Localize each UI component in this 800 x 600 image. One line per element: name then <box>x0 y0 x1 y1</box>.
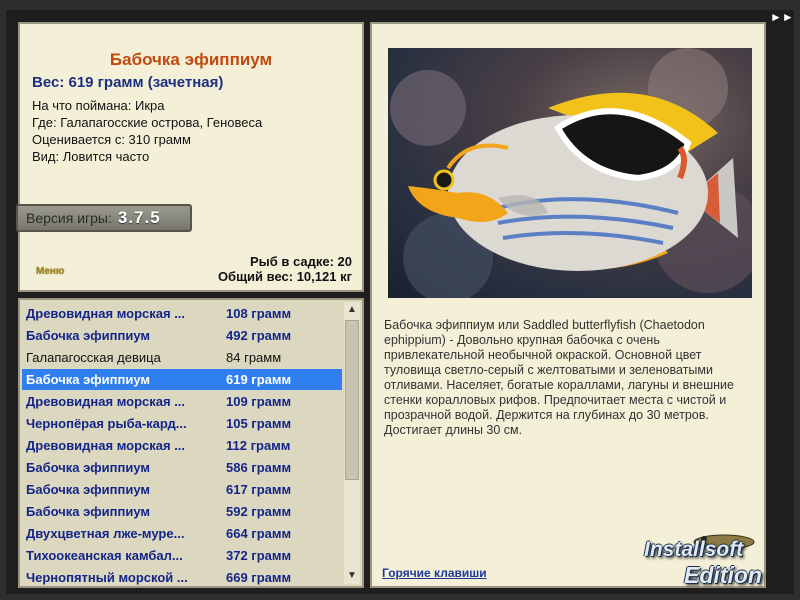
fish-in-cage: Рыб в садке: 20 <box>249 254 352 269</box>
list-item-name: Бабочка эфиппиум <box>26 504 151 519</box>
list-item[interactable]: Двухцветная лже-муре... 664 грамм <box>22 523 342 544</box>
list-item[interactable]: Бабочка эфиппиум 619 грамм <box>22 369 342 390</box>
scroll-down-icon[interactable]: ▼ <box>344 568 360 584</box>
list-item-weight: 617 грамм <box>226 482 292 497</box>
catch-list[interactable]: Древовидная морская ... 108 грамм Бабочка … <box>18 298 364 588</box>
list-item-name: Тихоокеанская камбал... <box>26 548 183 563</box>
hotkeys-link[interactable]: Горячие клавиши <box>382 566 487 580</box>
species-line: Вид: Ловится часто <box>32 149 150 164</box>
catch-stats: Рыб в садке: 20 Общий вес: 10,121 кг <box>218 254 352 284</box>
list-item-weight: 108 грамм <box>226 306 292 321</box>
fish-weight: Вес: 619 грамм (зачетная) <box>32 74 224 91</box>
valued-line: Оценивается с: 310 грамм <box>32 132 191 147</box>
list-item-weight: 112 грамм <box>226 438 291 453</box>
list-item-weight: 84 грамм <box>226 350 282 365</box>
watermark-line1: Installsoft <box>644 538 744 561</box>
forward-arrows-button[interactable]: ►► <box>770 10 794 24</box>
fish-description: Бабочка эфиппиум или Saddled butterflyfi… <box>384 318 734 437</box>
menu-button[interactable]: Меню <box>36 266 64 277</box>
list-item-name: Бабочка эфиппиум <box>26 460 151 475</box>
list-item-name: Бабочка эфиппиум <box>26 482 151 497</box>
list-item-name: Древовидная морская ... <box>26 394 186 409</box>
location-line: Где: Галапагосские острова, Геновеса <box>32 115 263 130</box>
total-weight: Общий вес: 10,121 кг <box>217 269 352 284</box>
fish-photo <box>388 48 752 298</box>
installsoft-watermark: Installsoft Edition <box>640 534 792 592</box>
list-item[interactable]: Чернопятный морской ... 669 грамм <box>22 567 342 586</box>
list-item-weight: 664 грамм <box>226 526 292 541</box>
fish-title: Бабочка эфиппиум <box>109 50 273 69</box>
version-value: 3.7.5 <box>117 208 161 227</box>
list-item[interactable]: Древовидная морская ... 108 грамм <box>22 303 342 324</box>
list-item-name: Двухцветная лже-муре... <box>26 526 185 541</box>
bait-line: На что поймана: Икра <box>32 98 165 113</box>
list-item-name: Чернопёрая рыба-кард... <box>26 416 187 431</box>
scroll-thumb[interactable] <box>345 320 359 480</box>
list-item-weight: 109 грамм <box>226 394 292 409</box>
butterflyfish-image <box>390 48 752 298</box>
list-item[interactable]: Бабочка эфиппиум 617 грамм <box>22 479 342 500</box>
list-item[interactable]: Древовидная морская ... 112 грамм <box>22 435 342 456</box>
list-item[interactable]: Тихоокеанская камбал... 372 грамм <box>22 545 342 566</box>
list-item-weight: 669 грамм <box>226 570 292 585</box>
fish-info-panel: Бабочка эфиппиум Вес: 619 грамм (зачетна… <box>16 22 364 292</box>
list-item-weight: 372 грамм <box>226 548 292 563</box>
list-item-name: Древовидная морская ... <box>26 306 186 321</box>
list-item[interactable]: Чернопёрая рыба-кард... 105 грамм <box>22 413 342 434</box>
list-item-weight: 592 грамм <box>226 504 292 519</box>
list-item-name: Древовидная морская ... <box>26 438 186 453</box>
list-item-name: Бабочка эфиппиум <box>26 372 151 387</box>
version-label: Версия игры: <box>26 210 112 226</box>
list-item-weight: 492 грамм <box>226 328 292 343</box>
list-scrollbar[interactable]: ▲ ▼ <box>344 302 360 584</box>
list-item-weight: 586 грамм <box>226 460 292 475</box>
list-item-name: Бабочка эфиппиум <box>26 328 151 343</box>
watermark-line2: Edition <box>684 562 762 588</box>
list-item-weight: 619 грамм <box>226 372 292 387</box>
scroll-up-icon[interactable]: ▲ <box>344 302 360 318</box>
fish-description-panel: Бабочка эфиппиум или Saddled butterflyfi… <box>370 22 766 588</box>
game-version-badge: Версия игры: 3.7.5 <box>16 204 192 232</box>
list-item-weight: 105 грамм <box>226 416 292 431</box>
list-item[interactable]: Бабочка эфиппиум 592 грамм <box>22 501 342 522</box>
list-item[interactable]: Галапагосская девица 84 грамм <box>22 347 342 368</box>
list-item[interactable]: Бабочка эфиппиум 492 грамм <box>22 325 342 346</box>
list-item[interactable]: Бабочка эфиппиум 586 грамм <box>22 457 342 478</box>
list-item[interactable]: Древовидная морская ... 109 грамм <box>22 391 342 412</box>
list-item-name: Чернопятный морской ... <box>26 570 188 585</box>
list-item-name: Галапагосская девица <box>26 350 161 365</box>
